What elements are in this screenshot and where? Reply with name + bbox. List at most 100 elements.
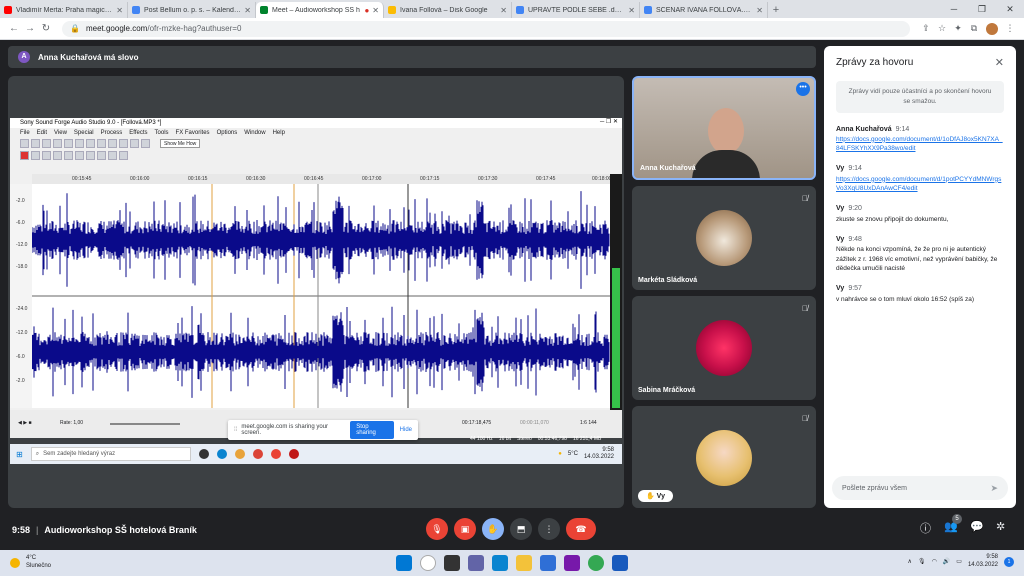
edge-icon[interactable] <box>216 449 227 459</box>
close-tab-icon[interactable]: ✕ <box>500 6 507 15</box>
more-options-icon[interactable]: ••• <box>796 82 810 96</box>
raise-hand-button[interactable]: ✋ <box>482 518 504 540</box>
browser-tab-0[interactable]: Vladimír Merta: Praha magická (✕ <box>0 2 128 18</box>
close-tab-icon[interactable]: ✕ <box>372 6 379 15</box>
maximize-icon[interactable]: ❐ <box>968 0 996 18</box>
participant-tile-marketa[interactable]: 🎙̸ Markéta Sládková <box>632 186 816 290</box>
close-tab-icon[interactable]: ✕ <box>244 6 251 15</box>
tool-button[interactable] <box>130 138 139 148</box>
chat-icon[interactable]: 💬 <box>970 520 984 533</box>
volume-icon[interactable]: 🔊 <box>943 558 950 565</box>
close-tab-icon[interactable]: ✕ <box>628 6 635 15</box>
browser-tab-4[interactable]: UPRAVTE PODLE SEBE .docx - D✕ <box>512 2 640 18</box>
tool-button[interactable] <box>141 138 150 148</box>
more-options-button[interactable]: ⋮ <box>538 518 560 540</box>
participant-tile-sabina[interactable]: 🎙̸ Sabina Mráčková <box>632 296 816 400</box>
word-icon[interactable] <box>612 555 628 571</box>
menu-window[interactable]: Window <box>244 130 265 136</box>
menu-process[interactable]: Process <box>101 130 123 136</box>
waveform-display[interactable] <box>32 184 610 408</box>
mic-tray-icon[interactable]: 🎙 <box>918 558 926 565</box>
browser-tab-3[interactable]: Ivana Follová – Disk Google ✕ <box>384 2 512 18</box>
stop-sharing-button[interactable]: Stop sharing <box>350 421 394 439</box>
tool-button[interactable] <box>42 138 51 148</box>
tool-button[interactable] <box>97 138 106 148</box>
go-end-button[interactable] <box>119 150 128 160</box>
camera-off-button[interactable]: ▣ <box>454 518 476 540</box>
puzzle-icon[interactable]: ⧉ <box>966 23 982 34</box>
system-clock[interactable]: 9:58 14.03.2022 <box>968 554 998 570</box>
pause-button[interactable] <box>64 150 73 160</box>
menu-dots-icon[interactable]: ⋮ <box>1002 23 1018 34</box>
message-link[interactable]: https://docs.google.com/document/d/1potP… <box>836 175 1004 194</box>
drag-handle-icon[interactable]: ⁞⁞ <box>234 427 237 433</box>
tool-button[interactable] <box>31 138 40 148</box>
notification-badge[interactable]: 1 <box>1004 556 1014 567</box>
present-button[interactable]: ⬒ <box>510 518 532 540</box>
back-icon[interactable]: ← <box>6 23 22 34</box>
chat-message-input[interactable]: Pošlete zprávu všem ➤ <box>832 476 1008 500</box>
teams-chat-icon[interactable] <box>468 555 484 571</box>
menu-effects[interactable]: Effects <box>129 130 147 136</box>
browser-tab-5[interactable]: SCÉNÁŘ IVANA FOLLOVÁ.docx - ✕ <box>640 2 768 18</box>
tool-button[interactable] <box>119 138 128 148</box>
taskbar-search-input[interactable]: ⌕ Sem zadejte hledaný výraz <box>30 447 191 461</box>
menu-view[interactable]: View <box>54 130 67 136</box>
hide-button[interactable]: Hide <box>400 427 412 433</box>
app-icon[interactable] <box>270 449 281 459</box>
tool-button[interactable] <box>75 138 84 148</box>
mic-off-button[interactable]: 🎙 <box>426 518 448 540</box>
close-window-icon[interactable]: ✕ <box>996 0 1024 18</box>
minimize-icon[interactable]: ─ <box>940 0 968 18</box>
tool-button[interactable] <box>108 138 117 148</box>
store-icon[interactable] <box>540 555 556 571</box>
chrome-icon[interactable] <box>588 555 604 571</box>
app-window-controls[interactable]: ─ ❐ ✕ <box>600 118 618 125</box>
stop-button[interactable] <box>75 150 84 160</box>
share-icon[interactable]: ⇪ <box>918 23 934 34</box>
play-all-button[interactable] <box>53 150 62 160</box>
go-start-button[interactable] <box>86 150 95 160</box>
battery-icon[interactable]: ▭ <box>956 558 962 565</box>
file-explorer-icon[interactable] <box>516 555 532 571</box>
wifi-icon[interactable]: ◠ <box>932 558 937 565</box>
forward-icon[interactable]: → <box>22 23 38 34</box>
participant-tile-self[interactable]: 🎙̸ ✋ Vy <box>632 406 816 508</box>
close-tab-icon[interactable]: ✕ <box>116 6 123 15</box>
send-icon[interactable]: ➤ <box>990 483 998 494</box>
browser-tab-2[interactable]: Meet – Audioworkshop SŠ h ● ✕ <box>256 2 384 18</box>
participant-tile-anna[interactable]: ••• Anna Kuchařová <box>632 76 816 180</box>
tool-button[interactable] <box>64 138 73 148</box>
record-button[interactable] <box>20 150 29 160</box>
bookmark-star-icon[interactable]: ☆ <box>934 23 950 34</box>
close-icon[interactable]: ✕ <box>995 56 1004 69</box>
show-me-how-button[interactable]: Show Me How <box>160 138 201 148</box>
menu-edit[interactable]: Edit <box>37 130 47 136</box>
windows-start-icon[interactable]: ⊞ <box>16 450 23 459</box>
url-input[interactable]: 🔒 meet.google.com/ofr-mzke-hag?authuser=… <box>62 20 910 37</box>
rate-slider[interactable] <box>110 423 180 425</box>
chrome-icon[interactable] <box>252 449 263 459</box>
time-ruler[interactable]: 00:15:45 00:16:00 00:16:15 00:16:30 00:1… <box>32 174 611 184</box>
play-button[interactable] <box>42 150 51 160</box>
task-view-icon[interactable] <box>198 449 209 459</box>
meeting-details-icon[interactable]: ⓘ <box>920 520 931 536</box>
menu-options[interactable]: Options <box>217 130 238 136</box>
tray-chevron-icon[interactable]: ∧ <box>908 558 912 565</box>
menu-help[interactable]: Help <box>273 130 285 136</box>
reload-icon[interactable]: ↻ <box>38 23 54 34</box>
close-tab-icon[interactable]: ✕ <box>756 6 763 15</box>
tool-button[interactable] <box>20 138 29 148</box>
edge-icon[interactable] <box>492 555 508 571</box>
profile-avatar[interactable] <box>986 22 998 35</box>
loop-button[interactable] <box>31 150 40 160</box>
message-link[interactable]: https://docs.google.com/document/d/1oDfA… <box>836 135 1004 154</box>
menu-file[interactable]: File <box>20 130 30 136</box>
extension-icon[interactable]: ✦ <box>950 23 966 34</box>
menu-tools[interactable]: Tools <box>155 130 169 136</box>
rewind-button[interactable] <box>97 150 106 160</box>
search-icon[interactable] <box>420 555 436 571</box>
chrome-icon[interactable] <box>234 449 245 459</box>
menu-special[interactable]: Special <box>74 130 94 136</box>
forward-button[interactable] <box>108 150 117 160</box>
